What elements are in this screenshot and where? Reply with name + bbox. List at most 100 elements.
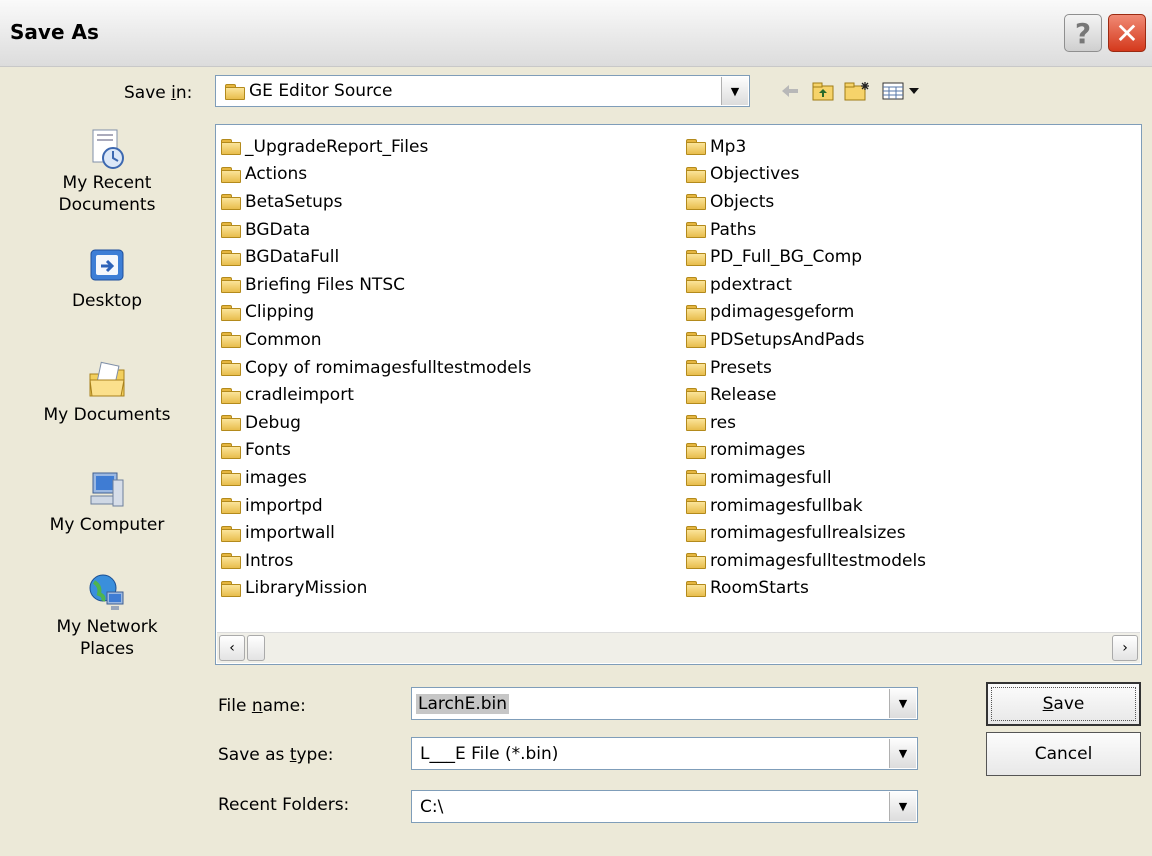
chevron-right-icon: › — [1122, 640, 1128, 656]
views-menu-icon[interactable] — [880, 78, 926, 104]
cancel-button[interactable]: Cancel — [986, 732, 1141, 776]
file-list[interactable]: _UpgradeReport_Files Actions BetaSetups BGD… — [215, 124, 1142, 665]
horizontal-scrollbar[interactable]: ‹ › — [217, 632, 1140, 663]
place-my-computer[interactable]: My Computer — [22, 470, 192, 536]
folder-icon — [220, 525, 242, 542]
folder-item[interactable]: importpd — [220, 492, 531, 520]
folder-item[interactable]: images — [220, 464, 531, 492]
help-icon: ? — [1074, 16, 1092, 50]
folder-item[interactable]: RoomStarts — [685, 575, 926, 603]
folder-item[interactable]: romimagesfullbak — [685, 492, 926, 520]
folder-item[interactable]: Objectives — [685, 161, 926, 189]
folder-icon — [685, 332, 707, 349]
folder-name: pdimagesgeform — [710, 302, 855, 323]
chevron-down-icon[interactable]: ▼ — [721, 77, 748, 105]
folder-name: romimagesfullrealsizes — [710, 523, 906, 544]
folder-item[interactable]: Mp3 — [685, 133, 926, 161]
folder-item[interactable]: _UpgradeReport_Files — [220, 133, 531, 161]
place-my-recent-documents[interactable]: My Recent Documents — [22, 128, 192, 216]
folder-item[interactable]: romimages — [685, 437, 926, 465]
folder-name: PD_Full_BG_Comp — [710, 247, 863, 268]
folder-name: Objectives — [710, 164, 800, 185]
save-in-dropdown[interactable]: GE Editor Source ▼ — [215, 75, 750, 107]
folder-item[interactable]: romimagesfulltestmodels — [685, 547, 926, 575]
scrollbar-thumb[interactable] — [247, 635, 265, 661]
chevron-down-icon[interactable]: ▼ — [889, 739, 916, 768]
close-button[interactable]: ✕ — [1108, 14, 1146, 52]
place-my-documents[interactable]: My Documents — [22, 360, 192, 426]
folder-item[interactable]: BGData — [220, 216, 531, 244]
folder-name: Release — [710, 385, 777, 406]
file-name-field[interactable]: LarchE.bin ▼ — [411, 687, 918, 720]
folder-icon — [685, 442, 707, 459]
back-arrow-icon[interactable] — [778, 78, 802, 104]
chevron-down-icon[interactable]: ▼ — [889, 792, 916, 821]
folder-icon — [685, 304, 707, 321]
folder-icon — [220, 387, 242, 404]
folder-name: _UpgradeReport_Files — [245, 136, 429, 157]
folder-name: PDSetupsAndPads — [710, 329, 865, 350]
folder-icon — [220, 332, 242, 349]
folder-item[interactable]: importwall — [220, 519, 531, 547]
folder-item[interactable]: BGDataFull — [220, 243, 531, 271]
save-in-label: Save in: — [124, 83, 193, 103]
folder-icon — [220, 194, 242, 211]
title-bar: Save As ? ✕ — [0, 0, 1152, 67]
place-desktop[interactable]: Desktop — [22, 246, 192, 312]
folder-name: Actions — [245, 164, 308, 185]
folder-item[interactable]: Debug — [220, 409, 531, 437]
folder-item[interactable]: PD_Full_BG_Comp — [685, 243, 926, 271]
folder-item[interactable]: PDSetupsAndPads — [685, 326, 926, 354]
folder-item[interactable]: Copy of romimagesfulltestmodels — [220, 354, 531, 382]
folder-icon — [220, 360, 242, 377]
folder-icon — [220, 304, 242, 321]
folder-icon — [685, 498, 707, 515]
place-my-network-places[interactable]: My Network Places — [22, 572, 192, 660]
desktop-icon — [87, 246, 127, 286]
scroll-left-button[interactable]: ‹ — [219, 635, 245, 661]
folder-icon — [685, 139, 707, 156]
folder-item[interactable]: Intros — [220, 547, 531, 575]
recent-folders-dropdown[interactable]: C:\ ▼ — [411, 790, 918, 823]
folder-name: Mp3 — [710, 136, 747, 157]
chevron-down-icon[interactable]: ▼ — [889, 689, 916, 718]
folder-item[interactable]: Fonts — [220, 437, 531, 465]
folder-icon — [220, 222, 242, 239]
scroll-right-button[interactable]: › — [1112, 635, 1138, 661]
folder-icon — [685, 277, 707, 294]
folder-name: Debug — [245, 412, 301, 433]
folder-icon — [685, 249, 707, 266]
folder-item[interactable]: romimagesfull — [685, 464, 926, 492]
folder-item[interactable]: Actions — [220, 161, 531, 189]
save-as-type-label: Save as type: — [218, 745, 334, 765]
up-folder-icon[interactable] — [810, 78, 836, 104]
folder-item[interactable]: pdimagesgeform — [685, 299, 926, 327]
folder-name: Intros — [245, 550, 294, 571]
folder-item[interactable]: cradleimport — [220, 381, 531, 409]
folder-name: importpd — [245, 495, 323, 516]
folder-name: romimages — [710, 440, 806, 461]
folder-name: images — [245, 467, 307, 488]
folder-item[interactable]: Clipping — [220, 299, 531, 327]
folder-item[interactable]: BetaSetups — [220, 188, 531, 216]
folder-icon — [220, 498, 242, 515]
folder-item[interactable]: pdextract — [685, 271, 926, 299]
new-folder-icon[interactable] — [842, 78, 872, 104]
folder-item[interactable]: Paths — [685, 216, 926, 244]
folder-item[interactable]: Objects — [685, 188, 926, 216]
help-button[interactable]: ? — [1064, 14, 1102, 52]
folder-icon — [685, 580, 707, 597]
folder-item[interactable]: Presets — [685, 354, 926, 382]
folder-name: Paths — [710, 219, 757, 240]
file-name-value[interactable]: LarchE.bin — [416, 693, 510, 714]
folder-item[interactable]: Briefing Files NTSC — [220, 271, 531, 299]
save-as-type-dropdown[interactable]: L___E File (*.bin) ▼ — [411, 737, 918, 770]
save-button[interactable]: Save — [986, 682, 1141, 726]
folder-item[interactable]: romimagesfullrealsizes — [685, 519, 926, 547]
folder-item[interactable]: res — [685, 409, 926, 437]
folder-item[interactable]: Release — [685, 381, 926, 409]
folder-item[interactable]: Common — [220, 326, 531, 354]
folder-item[interactable]: LibraryMission — [220, 575, 531, 603]
folder-icon — [685, 360, 707, 377]
my-computer-icon — [87, 470, 127, 510]
